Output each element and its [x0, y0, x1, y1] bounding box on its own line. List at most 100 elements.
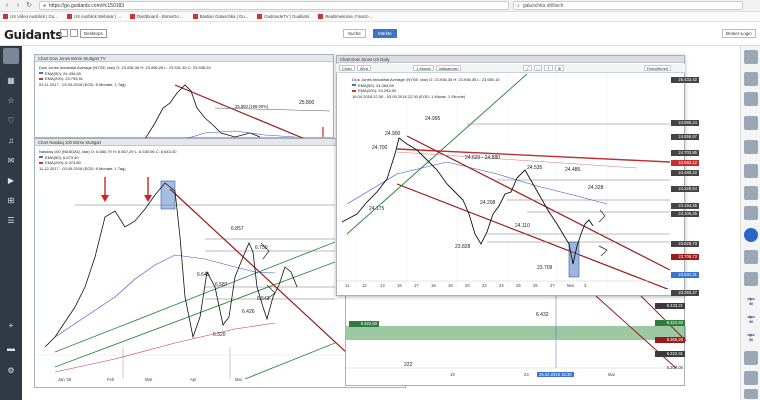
bell-icon[interactable]: ♫ — [6, 136, 16, 146]
partner-logo[interactable]: dpo M — [743, 314, 759, 324]
expert-avatar[interactable] — [744, 50, 758, 64]
price-tag: 23.360,27 — [671, 290, 699, 296]
home-icon[interactable] — [60, 29, 68, 37]
expert-avatar[interactable] — [744, 164, 758, 178]
url-input[interactable]: ● https://go.guidants.com/#c150183 — [39, 1, 509, 10]
price-tag: 24.194,45 — [671, 203, 699, 209]
reload-icon[interactable]: ↻ — [25, 2, 33, 10]
expert-avatar[interactable] — [744, 389, 758, 399]
x-label: 17 — [414, 283, 419, 288]
expert-avatar[interactable] — [744, 116, 758, 130]
bookmark-icon — [66, 14, 72, 20]
add-icon[interactable]: + — [6, 321, 16, 331]
level-23828: 23.828 — [455, 244, 471, 250]
level-24328: 24.328 — [588, 185, 604, 191]
browser-search-text: galuschka drillisch — [522, 2, 564, 9]
expert-avatar[interactable] — [744, 371, 758, 385]
browser-search-input[interactable]: ⌕ galuschka drillisch — [513, 1, 743, 10]
forward-icon[interactable]: › — [14, 2, 22, 10]
level-24208: 24.208 — [480, 200, 496, 206]
price-tag: 24.858,97 — [671, 134, 699, 140]
bookmark-icon — [192, 14, 198, 20]
user-avatar[interactable] — [3, 48, 19, 64]
expert-avatar[interactable] — [744, 351, 758, 365]
price-tag: 24.703,85 — [671, 150, 699, 156]
layout-icon[interactable] — [70, 29, 78, 37]
draw-text-icon[interactable]: T — [544, 65, 553, 71]
price-tag: 24.995,24 — [671, 120, 699, 126]
level-6320: 6.320 — [213, 332, 226, 338]
x-label: 23 — [482, 283, 487, 288]
x-label: 27 — [550, 283, 555, 288]
markets-button[interactable]: Märkte — [373, 29, 397, 38]
x-label: 26 — [533, 283, 538, 288]
settings-icon[interactable]: ⚙ — [6, 366, 16, 376]
broker-login-button[interactable]: Broker-Login — [722, 29, 756, 38]
level-6432: 6.432 — [536, 312, 549, 318]
brand-avatar[interactable] — [744, 228, 758, 242]
x-label: 20 — [465, 283, 470, 288]
level-6750: 6.750 — [255, 245, 268, 251]
x-label: 16 — [397, 283, 402, 288]
back-icon[interactable]: ‹ — [3, 2, 11, 10]
bookmark-item[interactable]: GodmodeTV | Guidants — [257, 14, 309, 20]
toolbar-fixed-button[interactable]: Fixed/Bereit — [643, 65, 671, 71]
x-label: Mai — [235, 377, 242, 382]
draw-line-icon[interactable]: ╱ — [523, 65, 532, 71]
expert-avatar[interactable] — [744, 72, 758, 86]
draw-rect-icon[interactable]: □ — [533, 65, 543, 71]
folder-icon[interactable]: ▬ — [6, 344, 16, 354]
expert-avatar[interactable] — [744, 272, 758, 286]
bookmark-item[interactable]: US Video Ausblick | Gu... — [3, 14, 58, 20]
lower-plot — [346, 296, 686, 369]
expert-avatar[interactable] — [744, 140, 758, 154]
x-label: 18 — [431, 283, 436, 288]
grid-icon[interactable]: ▦ — [6, 76, 16, 86]
price-tag: 6.200,00 — [666, 365, 683, 370]
x-label: 11 — [345, 283, 350, 288]
price-tag: 24.106,25 — [671, 211, 699, 217]
partner-logo[interactable]: dpo M — [743, 296, 759, 306]
list-icon[interactable]: ☰ — [6, 216, 16, 226]
dow-daily-plot — [337, 74, 670, 289]
price-tag: 24.328,54 — [671, 186, 699, 192]
guidants-logo[interactable]: Guidants — [4, 28, 63, 42]
price-tag: 6.322,60 — [655, 320, 685, 326]
expert-avatar[interactable] — [744, 250, 758, 264]
bookmark-item[interactable]: US Ausblick Webinar | ... — [66, 14, 121, 20]
left-sidebar: ▦ ☆ ♡ ♫ ✉ ▶ ⊞ ☰ + ▬ ⚙ — [0, 46, 22, 400]
bookmark-icon — [3, 14, 8, 20]
toolbar-value-button[interactable]: Wert — [356, 65, 372, 71]
bookmark-item[interactable]: Dashboard - BörseGo ... — [130, 14, 184, 20]
x-label: 13 — [380, 283, 385, 288]
level-6426: 6.426 — [242, 309, 255, 315]
play-icon[interactable]: ▶ — [6, 176, 16, 186]
window-title[interactable]: Chart Dow Jones Börse Stuttgart TV — [35, 55, 333, 62]
expert-avatar[interactable] — [744, 92, 758, 106]
partner-logo[interactable]: dpo M — [743, 332, 759, 342]
level-23709: 23.709 — [537, 265, 553, 271]
toolbar-period-button[interactable]: 1 Monat — [413, 65, 434, 71]
desktops-button[interactable]: Desktops — [80, 29, 107, 38]
bookmark-item[interactable]: Bastian Galuschka | Gu... — [192, 14, 248, 20]
chart-icon[interactable]: ⊞ — [6, 196, 16, 206]
x-label: Feb — [107, 377, 115, 382]
heart-icon[interactable]: ♡ — [6, 116, 16, 126]
zoom-icon[interactable]: ⊕ — [554, 65, 565, 71]
header-tool-icons: Desktops — [60, 29, 107, 38]
browser-toolbar: ‹ › ↻ ● https://go.guidants.com/#c150183… — [0, 0, 760, 12]
level-24175: 24.175 — [369, 206, 385, 212]
expert-avatar[interactable] — [744, 206, 758, 220]
chat-icon[interactable]: ✉ — [6, 156, 16, 166]
bookmark-icon — [130, 14, 135, 20]
toolbar-indicators-button[interactable]: Indikatoren — [435, 65, 462, 71]
bookmark-item[interactable]: Realtimekurse, Finanz-... — [318, 14, 373, 20]
crosshair-date: 25.04.2018 16:30 — [537, 372, 574, 377]
right-sidebar: dpo M dpo M dpo M — [740, 46, 760, 400]
window-title[interactable]: Chart Dow Jones US Daily — [337, 56, 684, 63]
search-button[interactable]: Suche — [343, 29, 366, 38]
annotation-peak: 25.800 (199.00%) — [235, 104, 269, 109]
star-icon[interactable]: ☆ — [6, 96, 16, 106]
expert-avatar[interactable] — [744, 186, 758, 200]
toolbar-chart-button[interactable]: Chart — [339, 65, 355, 71]
